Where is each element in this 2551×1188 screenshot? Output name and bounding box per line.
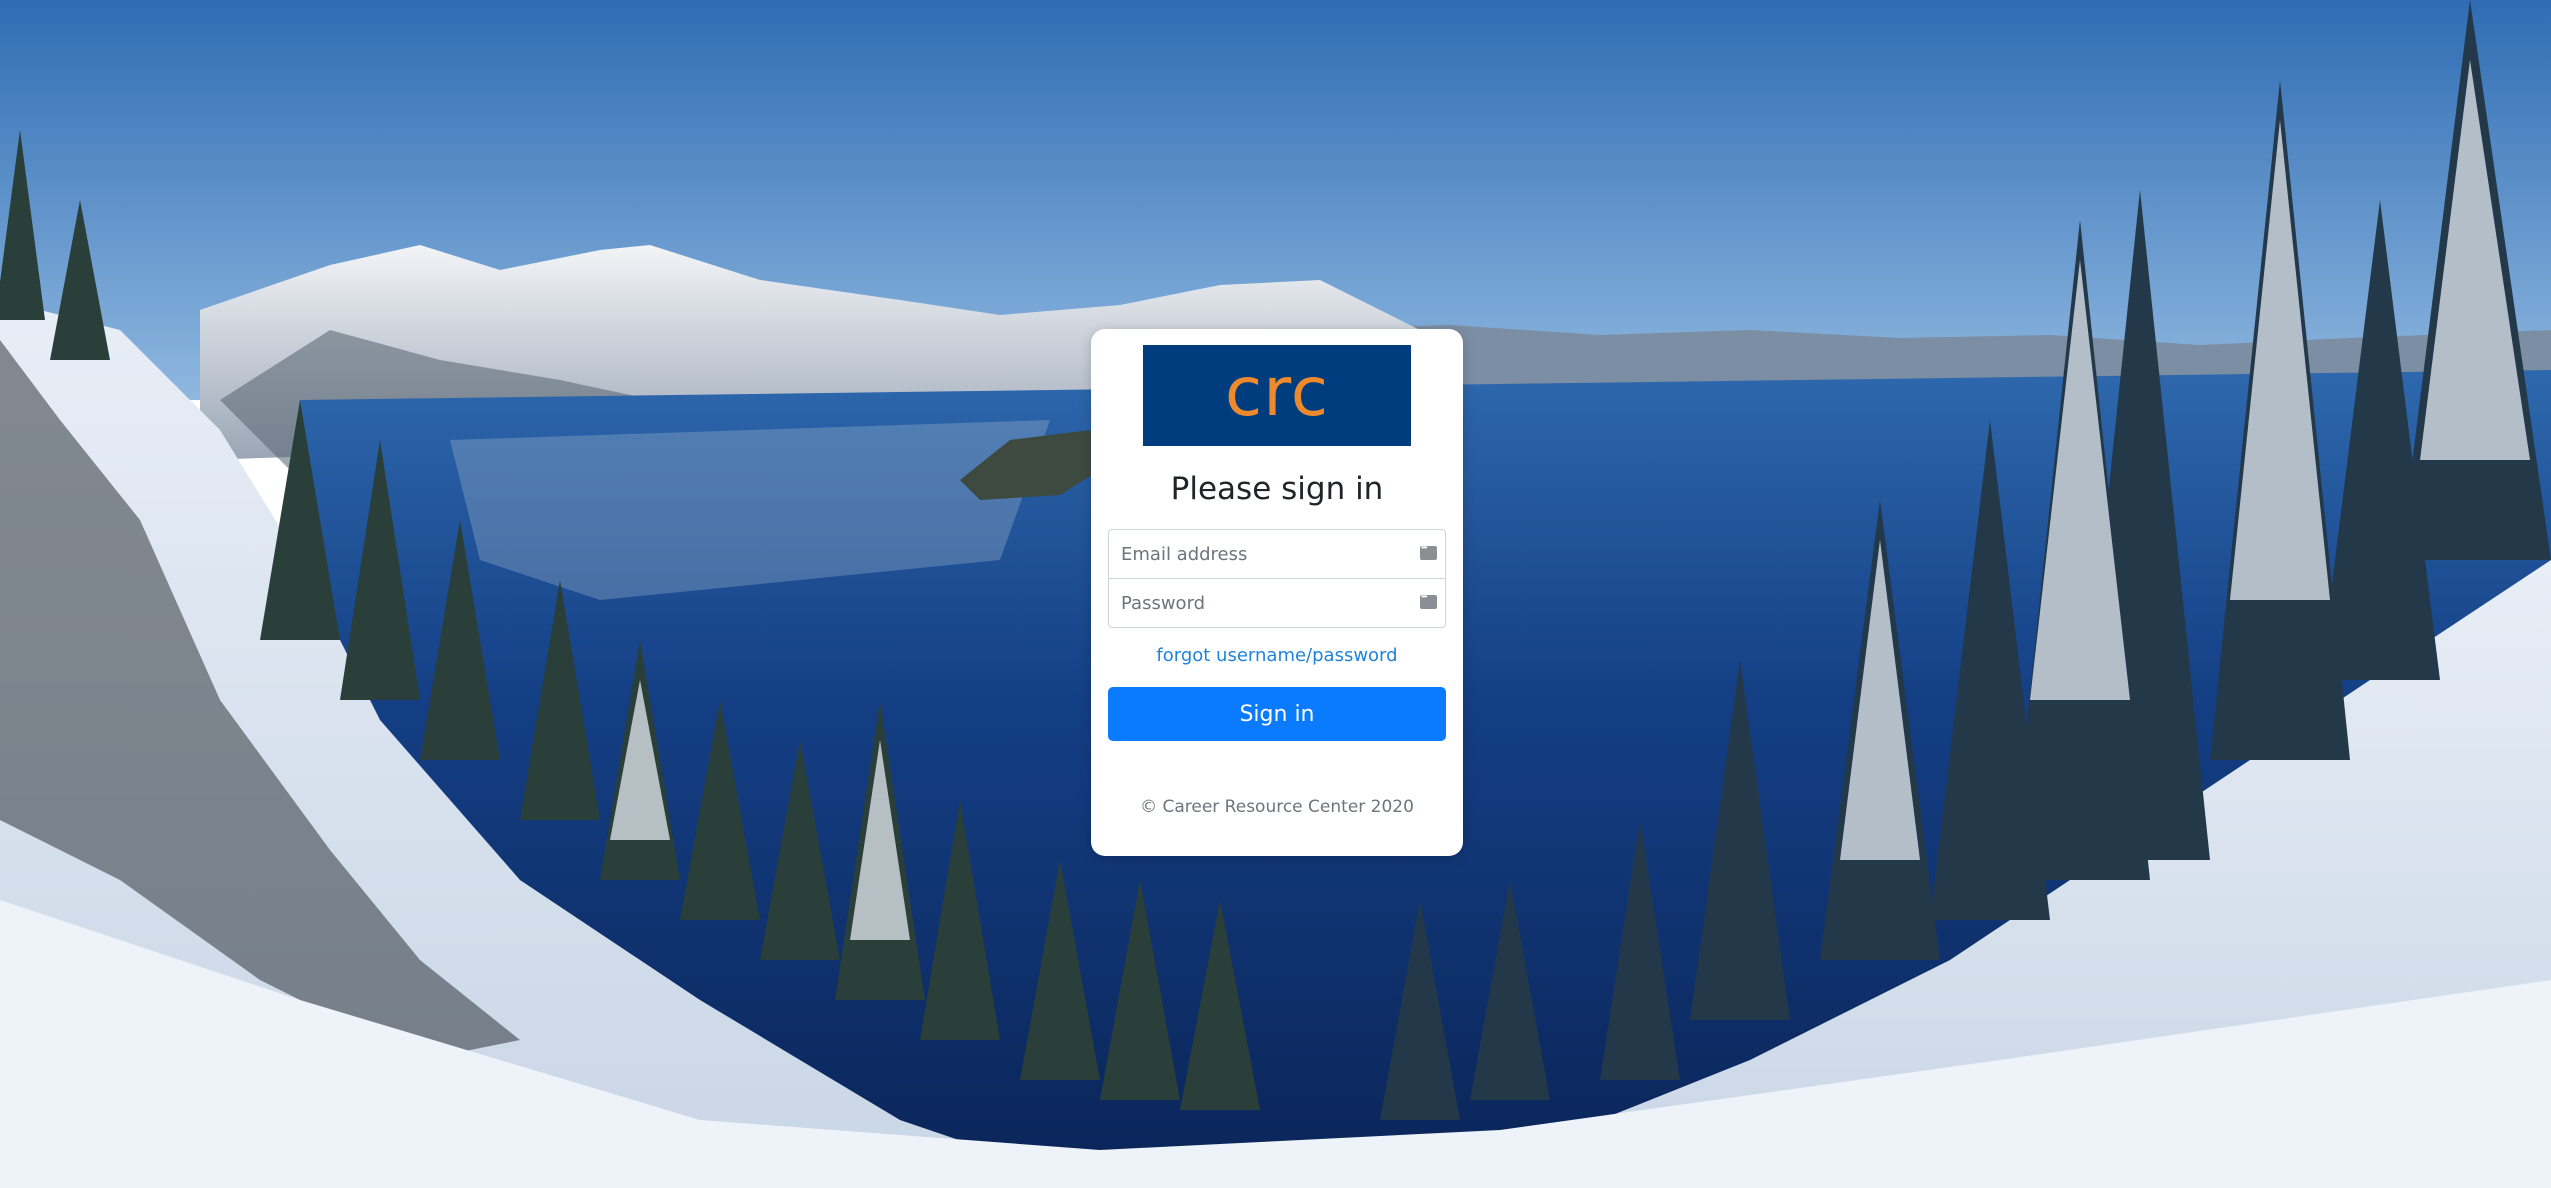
email-field[interactable] (1109, 530, 1445, 578)
page-title: Please sign in (1170, 471, 1384, 507)
email-field-wrapper (1108, 529, 1446, 579)
password-manager-icon[interactable] (1420, 592, 1437, 609)
password-field-wrapper (1108, 578, 1446, 628)
password-manager-icon[interactable] (1420, 543, 1437, 560)
sign-in-card: crc Please sign in forgot username/passw… (1091, 329, 1463, 856)
logo-text: crc (1224, 352, 1330, 432)
password-field[interactable] (1109, 579, 1445, 627)
login-page: crc Please sign in forgot username/passw… (0, 0, 2551, 1188)
forgot-credentials-link[interactable]: forgot username/password (1091, 645, 1463, 666)
crc-logo: crc (1143, 345, 1411, 446)
copyright-footer: © Career Resource Center 2020 (1140, 797, 1414, 817)
sign-in-button[interactable]: Sign in (1108, 687, 1446, 741)
